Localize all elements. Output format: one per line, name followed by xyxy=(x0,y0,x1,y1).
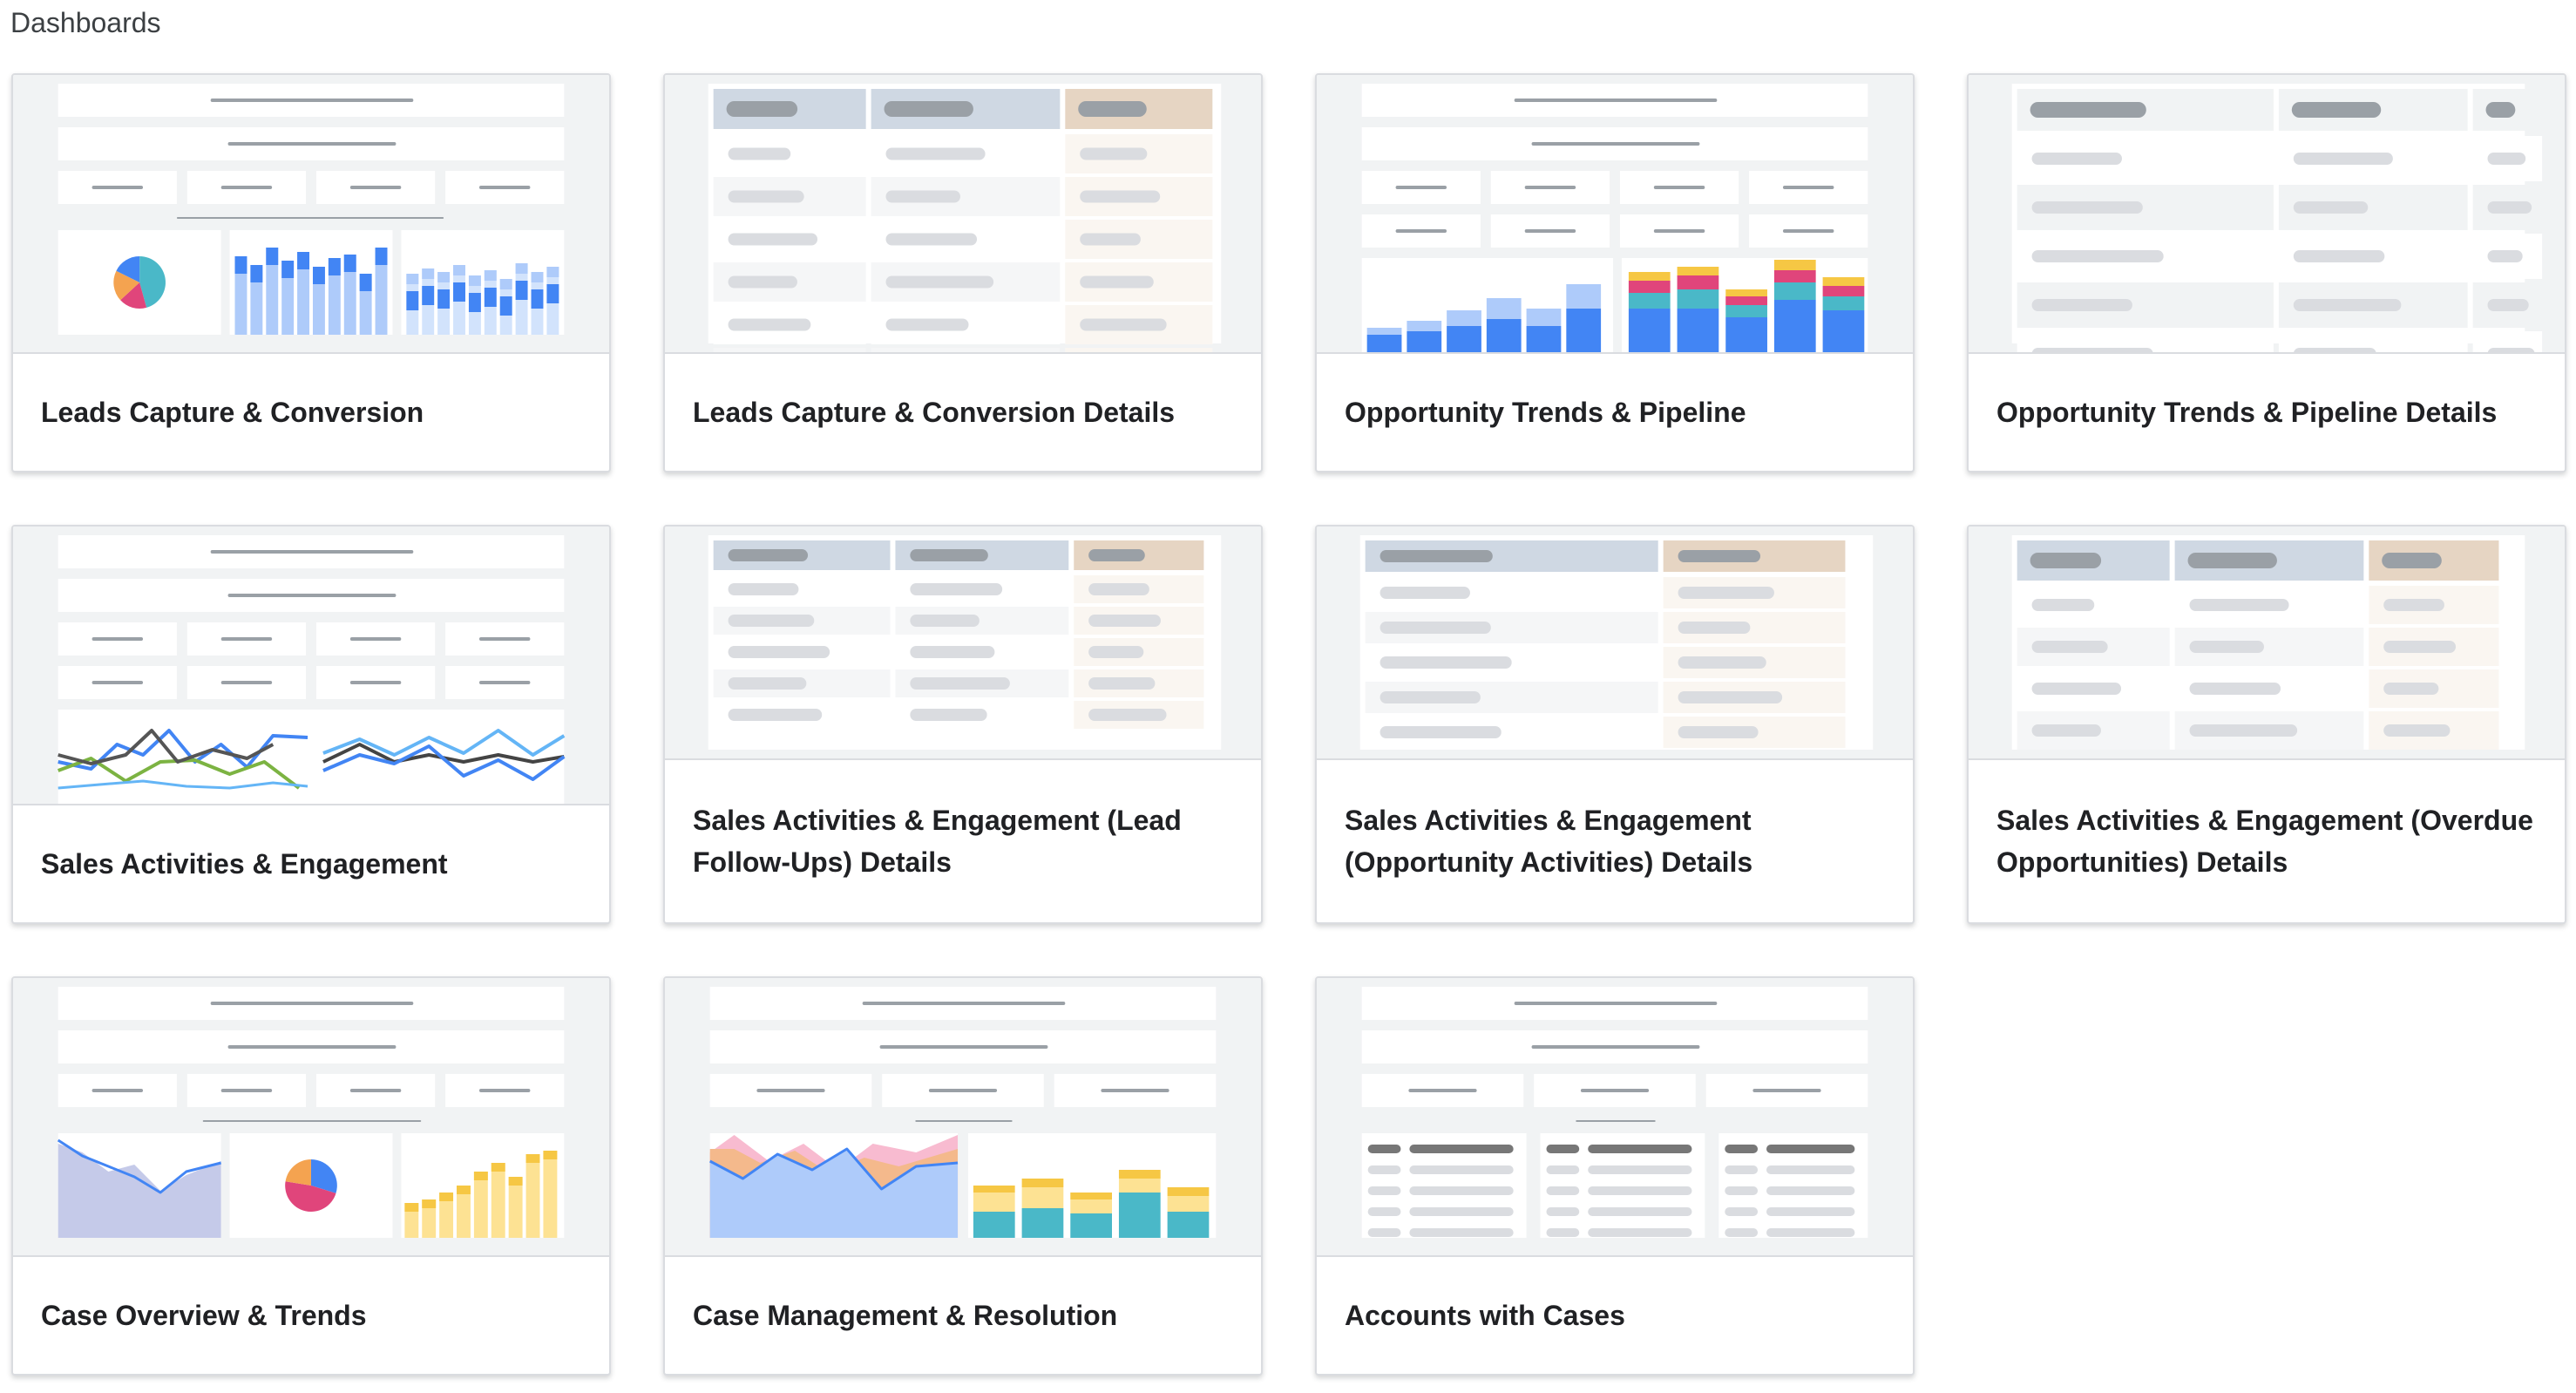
dashboard-title: Case Overview & Trends xyxy=(41,1300,367,1331)
dashboard-preview xyxy=(13,527,609,805)
dashboard-title: Opportunity Trends & Pipeline Details xyxy=(1996,397,2498,428)
dashboard-title: Sales Activities & Engagement (Overdue O… xyxy=(1996,805,2533,878)
dashboard-card-case-overview-trends[interactable]: Case Overview & Trends xyxy=(11,976,611,1376)
dashboard-preview xyxy=(1969,527,2565,760)
dashboard-grid: Leads Capture & Conversion Leads Capture… xyxy=(11,73,2566,1376)
dashboard-preview xyxy=(1317,75,1913,354)
dashboard-card-sales-activities-overdue-opportunities[interactable]: Sales Activities & Engagement (Overdue O… xyxy=(1967,525,2566,924)
dashboard-preview xyxy=(1969,75,2565,354)
dashboard-card-sales-activities-lead-follow-ups[interactable]: Sales Activities & Engagement (Lead Foll… xyxy=(663,525,1263,924)
dashboard-card-opportunity-trends-pipeline-details[interactable]: Opportunity Trends & Pipeline Details xyxy=(1967,73,2566,472)
dashboard-title: Case Management & Resolution xyxy=(693,1300,1118,1331)
dashboard-card-sales-activities-engagement[interactable]: Sales Activities & Engagement xyxy=(11,525,611,924)
dashboard-card-case-management-resolution[interactable]: Case Management & Resolution xyxy=(663,976,1263,1376)
dashboard-card-leads-capture-conversion[interactable]: Leads Capture & Conversion xyxy=(11,73,611,472)
dashboard-card-opportunity-trends-pipeline[interactable]: Opportunity Trends & Pipeline xyxy=(1315,73,1915,472)
dashboard-card-leads-capture-conversion-details[interactable]: Leads Capture & Conversion Details xyxy=(663,73,1263,472)
dashboard-preview xyxy=(665,978,1261,1257)
dashboard-title: Sales Activities & Engagement (Opportuni… xyxy=(1345,805,1753,878)
dashboard-title: Leads Capture & Conversion Details xyxy=(693,397,1176,428)
dashboard-card-sales-activities-opportunity-activities[interactable]: Sales Activities & Engagement (Opportuni… xyxy=(1315,525,1915,924)
dashboard-title: Accounts with Cases xyxy=(1345,1300,1625,1331)
dashboard-preview xyxy=(13,978,609,1257)
dashboard-title: Sales Activities & Engagement (Lead Foll… xyxy=(693,805,1182,878)
dashboard-preview xyxy=(13,75,609,354)
dashboard-card-accounts-with-cases[interactable]: Accounts with Cases xyxy=(1315,976,1915,1376)
dashboard-title: Sales Activities & Engagement xyxy=(41,848,448,880)
dashboard-preview xyxy=(1317,978,1913,1257)
page-title: Dashboards xyxy=(10,7,161,38)
dashboard-title: Leads Capture & Conversion xyxy=(41,397,424,428)
dashboard-title: Opportunity Trends & Pipeline xyxy=(1345,397,1746,428)
dashboard-preview xyxy=(1317,527,1913,760)
dashboard-preview xyxy=(665,527,1261,760)
dashboard-preview xyxy=(665,75,1261,354)
